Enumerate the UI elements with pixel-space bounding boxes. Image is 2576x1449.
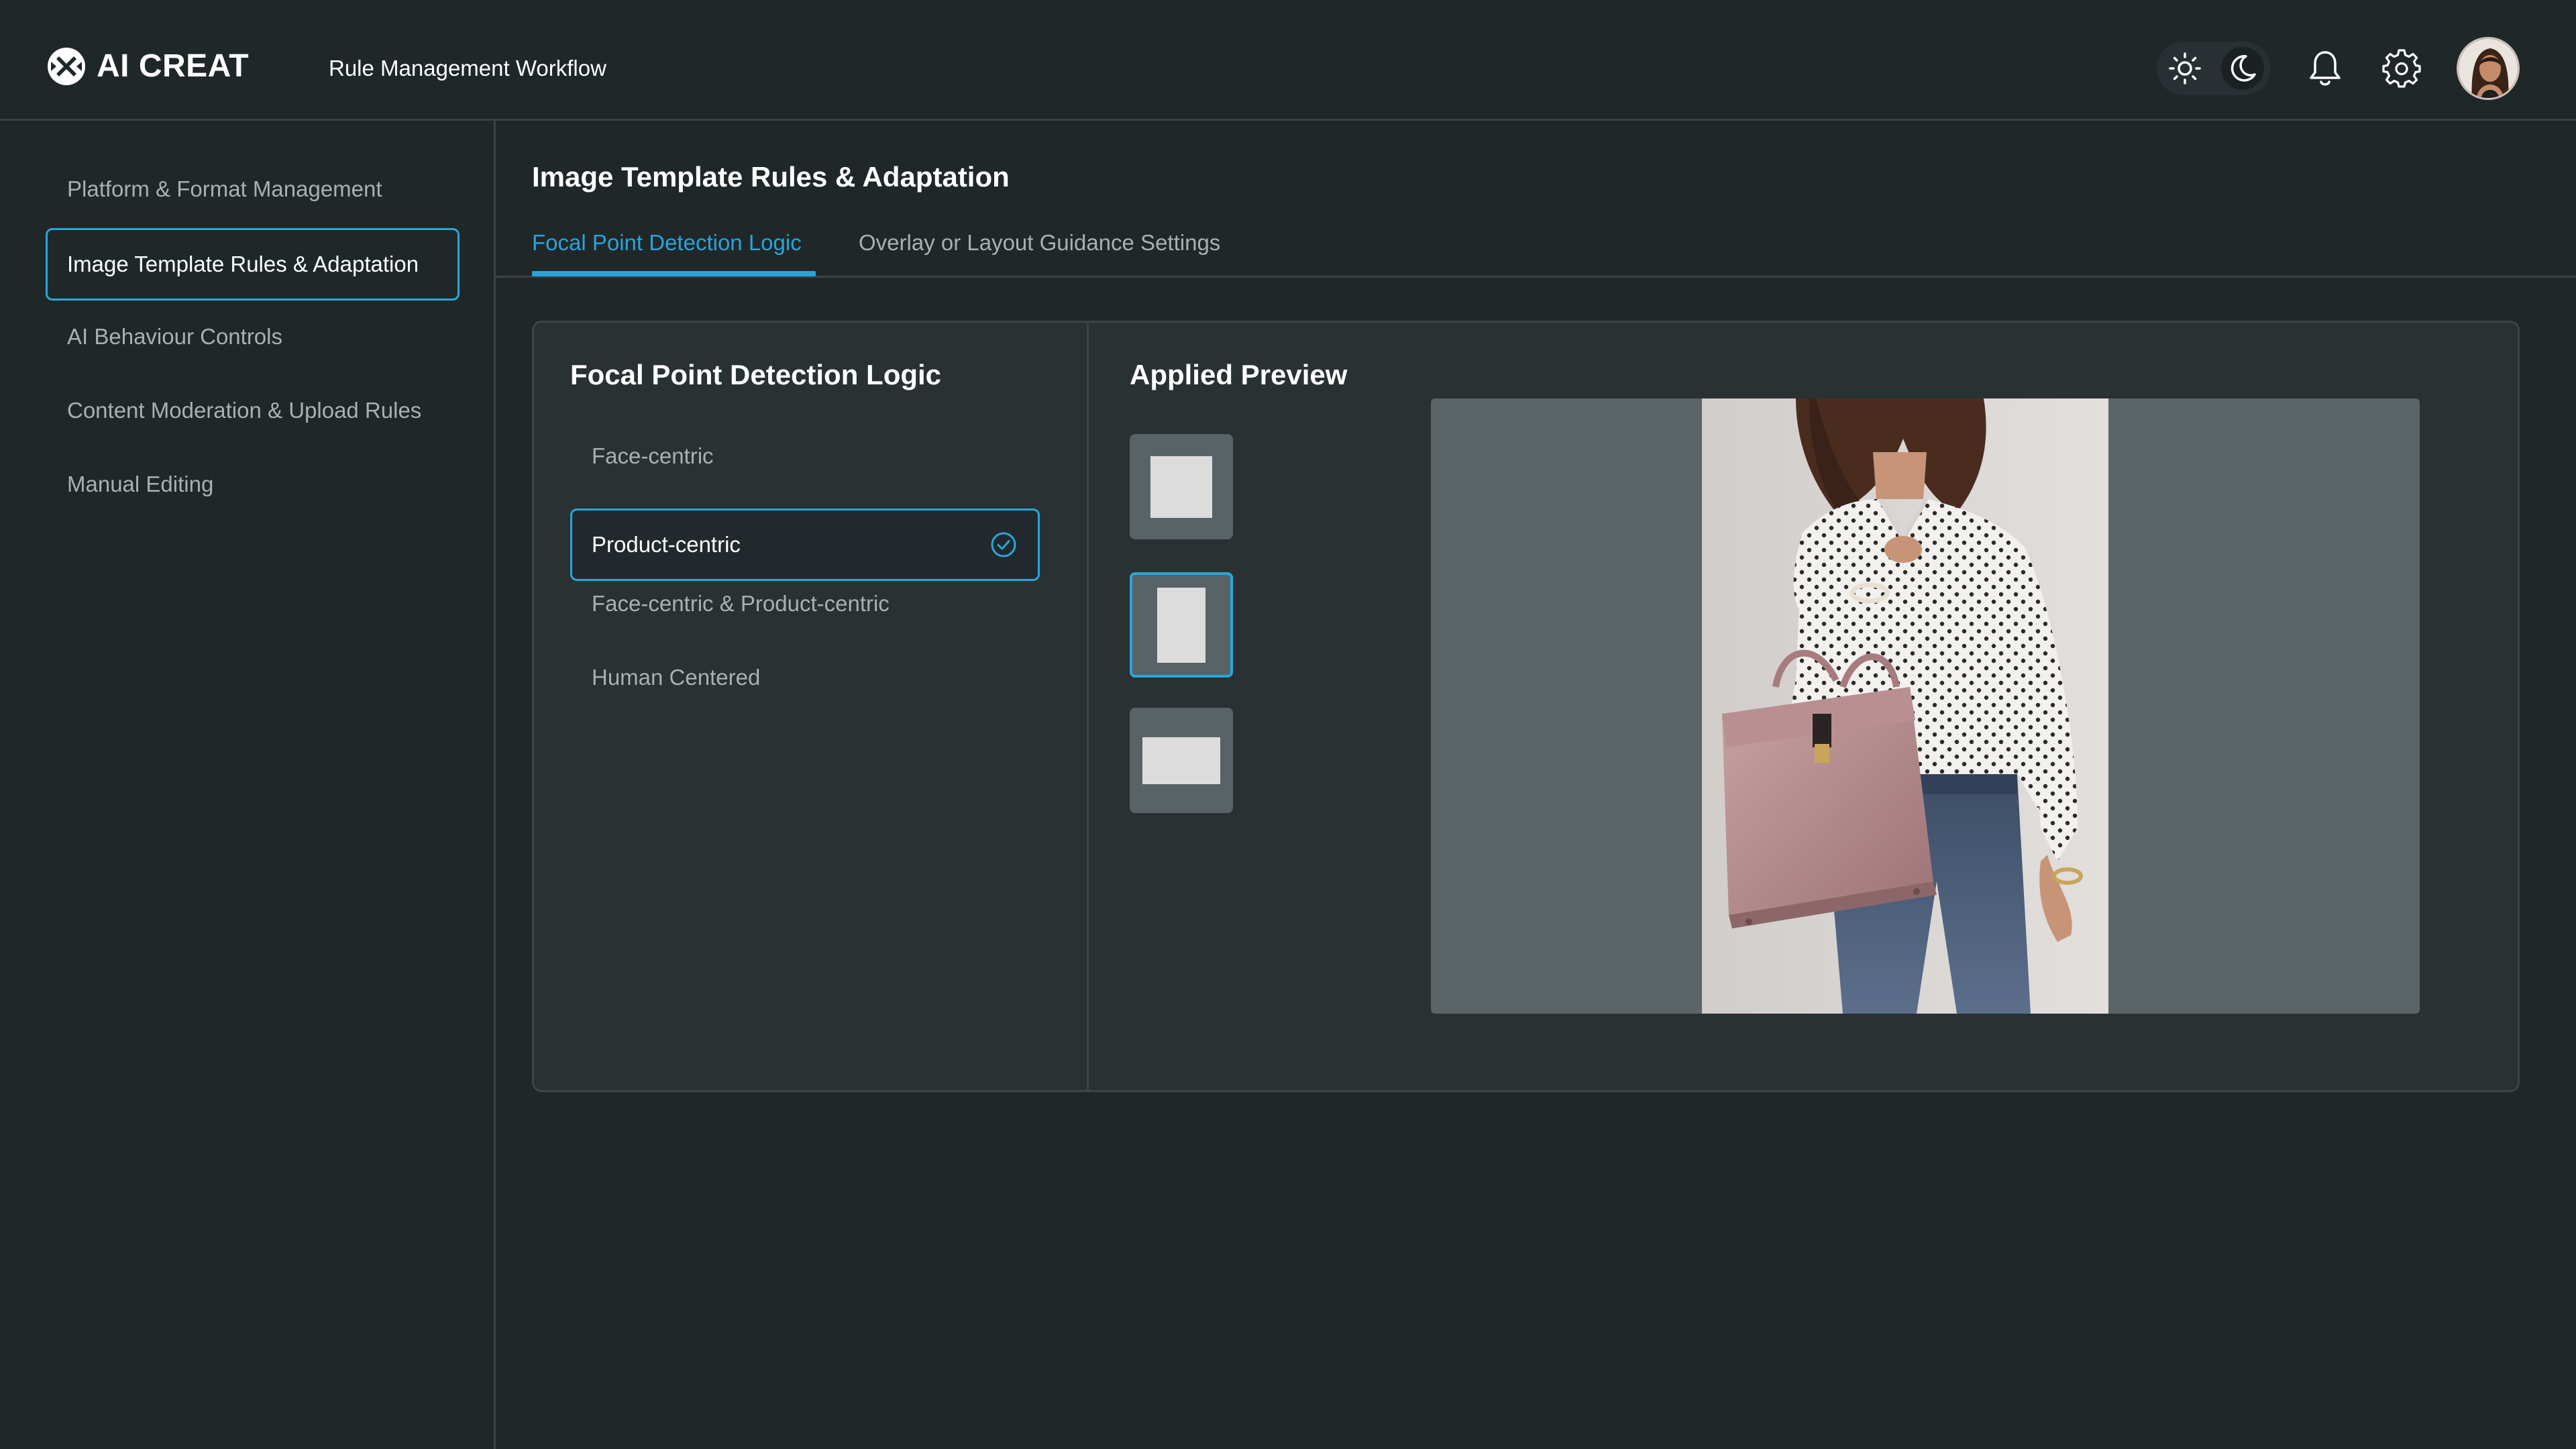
- portrait-ratio-icon: [1157, 587, 1205, 663]
- app-logo[interactable]: AI CREAT: [47, 47, 249, 86]
- sidebar-item-content-moderation[interactable]: Content Moderation & Upload Rules: [46, 374, 460, 447]
- panel-divider: [1087, 323, 1089, 1090]
- theme-toggle[interactable]: [2157, 42, 2271, 95]
- light-mode-button[interactable]: [2163, 47, 2206, 90]
- page-title: Image Template Rules & Adaptation: [532, 161, 1010, 193]
- ratio-square-button[interactable]: [1130, 434, 1233, 539]
- settings-button[interactable]: [2380, 47, 2423, 90]
- avatar-icon: [2459, 39, 2518, 98]
- preview-panel-title: Applied Preview: [1130, 359, 1348, 390]
- option-human-centered[interactable]: Human Centered: [570, 641, 1040, 714]
- model-with-handbag-image: [1702, 398, 2108, 1014]
- dark-mode-button[interactable]: [2221, 47, 2264, 90]
- applied-preview-frame: [1431, 398, 2420, 1014]
- option-label: Product-centric: [592, 532, 741, 557]
- moon-icon: [2231, 55, 2256, 82]
- app-name: AI CREAT: [97, 48, 250, 84]
- ratio-landscape-button[interactable]: [1130, 708, 1233, 813]
- gear-icon: [2382, 49, 2421, 88]
- preview-image: [1702, 398, 2108, 1014]
- sun-icon: [2169, 52, 2201, 85]
- notifications-button[interactable]: [2304, 47, 2347, 90]
- sidebar-item-ai-behaviour-controls[interactable]: AI Behaviour Controls: [46, 301, 460, 373]
- focal-panel-title: Focal Point Detection Logic: [570, 359, 942, 390]
- sidebar-item-manual-editing[interactable]: Manual Editing: [46, 448, 460, 521]
- sidebar-item-image-template-rules[interactable]: Image Template Rules & Adaptation: [46, 228, 460, 301]
- sidebar: Platform & Format Management Image Templ…: [0, 121, 496, 1449]
- ratio-portrait-button[interactable]: [1130, 572, 1233, 678]
- landscape-ratio-icon: [1142, 737, 1220, 784]
- square-ratio-icon: [1150, 455, 1212, 518]
- active-tab-indicator: [532, 271, 816, 276]
- tab-overlay-layout-guidance[interactable]: Overlay or Layout Guidance Settings: [859, 227, 1220, 259]
- user-avatar[interactable]: [2457, 37, 2520, 100]
- check-circle-icon: [991, 532, 1016, 557]
- focal-point-card: Focal Point Detection Logic Face-centric…: [532, 321, 2520, 1092]
- option-face-and-product-centric[interactable]: Face-centric & Product-centric: [570, 568, 1040, 640]
- top-header: AI CREAT Rule Management Workflow: [0, 0, 2576, 121]
- bell-icon: [2310, 51, 2341, 86]
- workflow-title: Rule Management Workflow: [329, 56, 606, 80]
- logo-icon: [48, 48, 85, 85]
- option-face-centric[interactable]: Face-centric: [570, 420, 1040, 492]
- tab-focal-point-detection[interactable]: Focal Point Detection Logic: [532, 227, 802, 259]
- sidebar-item-platform-format-management[interactable]: Platform & Format Management: [46, 153, 460, 225]
